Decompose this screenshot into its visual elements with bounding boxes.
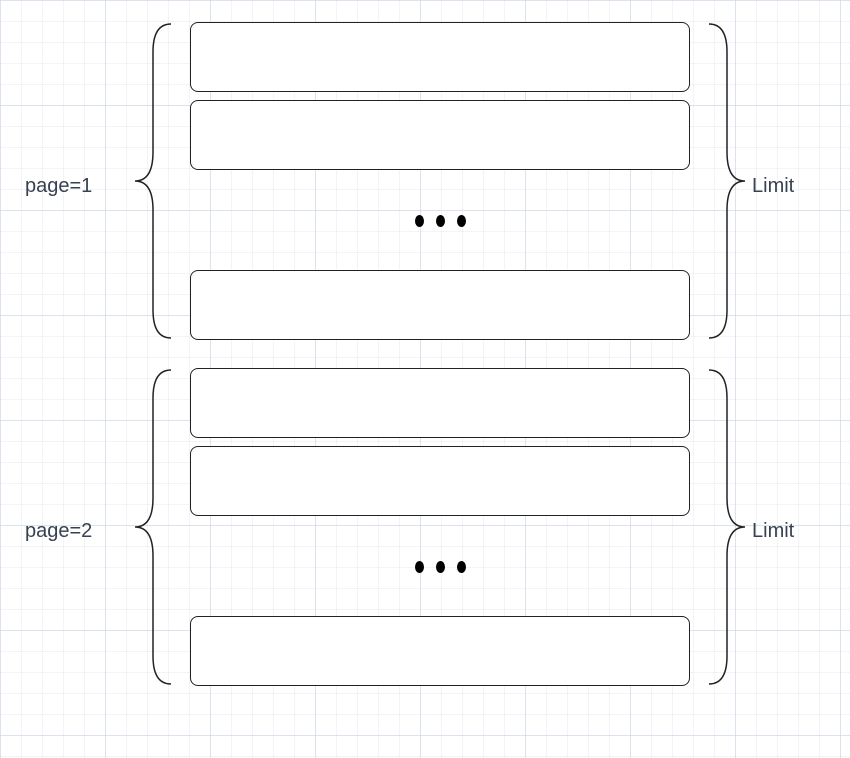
page-group-2 — [190, 368, 690, 688]
ellipsis-icon — [190, 558, 690, 576]
row-box — [190, 616, 690, 686]
ellipsis-icon — [190, 212, 690, 230]
row-box — [190, 270, 690, 340]
page-label-2: page=2 — [25, 520, 92, 543]
brace-left-icon — [113, 368, 183, 686]
row-box — [190, 368, 690, 438]
pagination-diagram: page=1 page=2 Limit Limit — [0, 0, 850, 758]
limit-label-1: Limit — [752, 175, 794, 198]
page-label-1: page=1 — [25, 175, 92, 198]
row-box — [190, 22, 690, 92]
row-box — [190, 100, 690, 170]
limit-label-2: Limit — [752, 520, 794, 543]
brace-left-icon — [113, 22, 183, 340]
row-box — [190, 446, 690, 516]
page-group-1 — [190, 22, 690, 342]
